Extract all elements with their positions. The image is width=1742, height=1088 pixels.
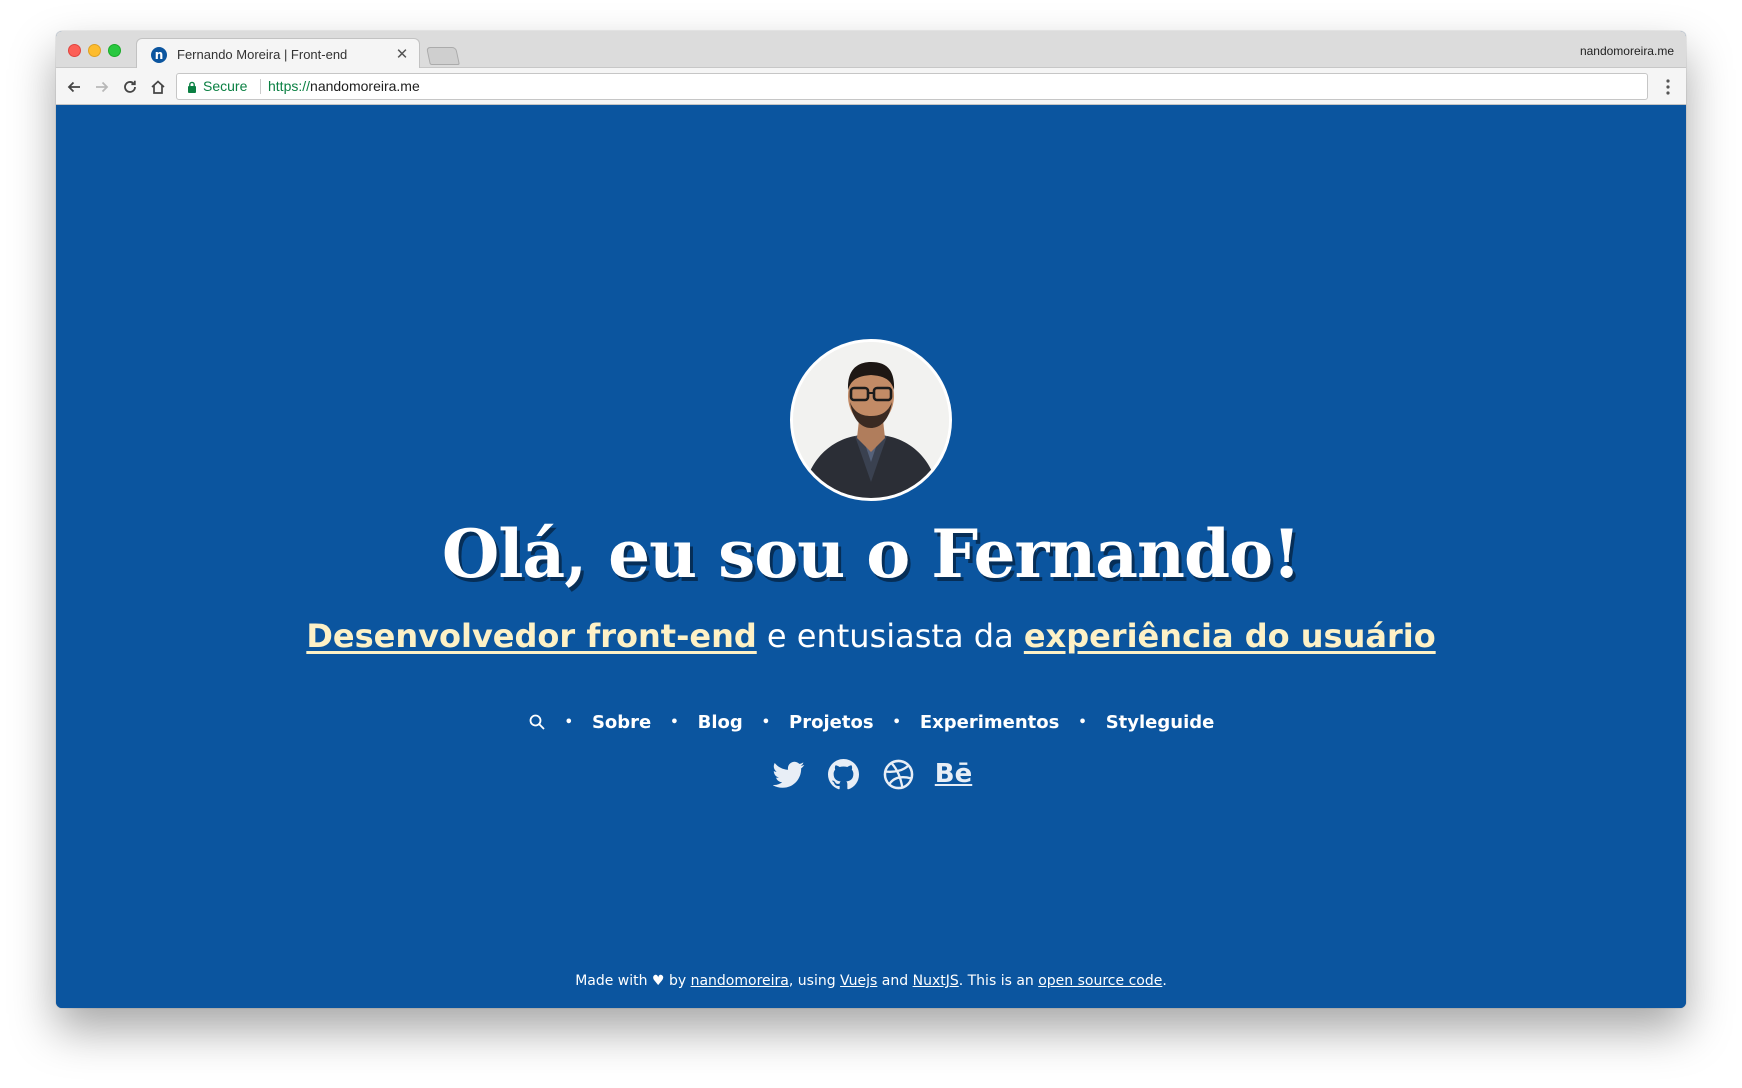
window-close-button[interactable] [68, 44, 81, 57]
page-title: Olá, eu sou o Fernando! [441, 515, 1301, 593]
reload-icon [124, 80, 136, 93]
subtitle-text: e entusiasta da [756, 617, 1024, 655]
nav-separator: • [1078, 715, 1087, 730]
subtitle-link-ux[interactable]: experiência do usuário [1024, 617, 1436, 655]
footer-text: Made with ♥ by [575, 973, 691, 989]
dribbble-icon [883, 759, 914, 790]
footer-text: , using [788, 973, 841, 989]
main-nav: • Sobre • Blog • Projetos • Experimentos… [56, 708, 1686, 738]
address-bar[interactable]: Secure https://nandomoreira.me [176, 73, 1648, 100]
behance-icon: Bē [934, 759, 973, 789]
search-icon [529, 714, 545, 730]
github-icon [828, 759, 859, 790]
favicon-icon: n [151, 47, 167, 63]
search-button[interactable] [526, 708, 548, 738]
profile-name[interactable]: nandomoreira.me [1580, 44, 1674, 58]
nav-item-styleguide[interactable]: Styleguide [1104, 708, 1217, 738]
secure-label: Secure [203, 78, 248, 94]
browser-toolbar: Secure https://nandomoreira.me [56, 68, 1686, 105]
nav-separator: • [761, 715, 771, 730]
profile-photo [793, 342, 949, 498]
subtitle: Desenvolvedor front-end e entusiasta da … [56, 613, 1686, 659]
footer-link-source[interactable]: open source code [1038, 973, 1162, 989]
tab-title: Fernando Moreira | Front-end [177, 47, 348, 62]
avatar [790, 339, 952, 501]
url-host: nandomoreira.me [310, 78, 420, 94]
tab-strip: n Fernando Moreira | Front-end ✕ nandomo… [56, 31, 1686, 69]
nav-separator: • [892, 715, 901, 730]
browser-tab[interactable]: n Fernando Moreira | Front-end ✕ [136, 38, 420, 69]
more-menu-icon[interactable] [1658, 77, 1678, 97]
github-link[interactable] [827, 758, 860, 791]
nav-item-projetos[interactable]: Projetos [787, 708, 876, 738]
new-tab-button[interactable] [426, 47, 460, 65]
nav-item-blog[interactable]: Blog [696, 708, 745, 738]
footer-text: . [1162, 973, 1167, 989]
home-icon [151, 80, 165, 94]
home-button[interactable] [147, 76, 169, 98]
arrow-right-icon [96, 81, 109, 93]
forward-button[interactable] [91, 76, 113, 98]
url-text[interactable]: https://nandomoreira.me [268, 74, 420, 99]
page-content: Olá, eu sou o Fernando! Desenvolvedor fr… [56, 106, 1686, 1008]
social-links: Bē [56, 758, 1686, 791]
behance-link[interactable]: Bē [934, 758, 973, 791]
nav-separator: • [564, 715, 573, 730]
footer: Made with ♥ by nandomoreira, using Vuejs… [56, 971, 1686, 991]
browser-window: n Fernando Moreira | Front-end ✕ nandomo… [56, 31, 1686, 1008]
tab-close-icon[interactable]: ✕ [393, 45, 411, 63]
twitter-icon [772, 761, 804, 788]
twitter-link[interactable] [772, 758, 805, 791]
url-divider [260, 79, 261, 94]
url-scheme: https:// [268, 78, 311, 94]
footer-link-author[interactable]: nandomoreira [691, 973, 789, 989]
window-minimize-button[interactable] [88, 44, 101, 57]
nav-item-sobre[interactable]: Sobre [590, 708, 653, 738]
lock-icon [188, 81, 196, 93]
arrow-left-icon [67, 81, 80, 93]
footer-text: and [877, 973, 913, 989]
footer-text: . This is an [958, 973, 1039, 989]
back-button[interactable] [63, 76, 85, 98]
nav-item-experimentos[interactable]: Experimentos [918, 708, 1062, 738]
nav-separator: • [670, 715, 679, 730]
footer-link-nuxtjs[interactable]: NuxtJS [913, 973, 959, 989]
reload-button[interactable] [119, 76, 141, 98]
window-maximize-button[interactable] [108, 44, 121, 57]
subtitle-link-frontend[interactable]: Desenvolvedor front-end [306, 617, 756, 655]
dribbble-link[interactable] [882, 758, 915, 791]
footer-link-vuejs[interactable]: Vuejs [840, 973, 877, 989]
